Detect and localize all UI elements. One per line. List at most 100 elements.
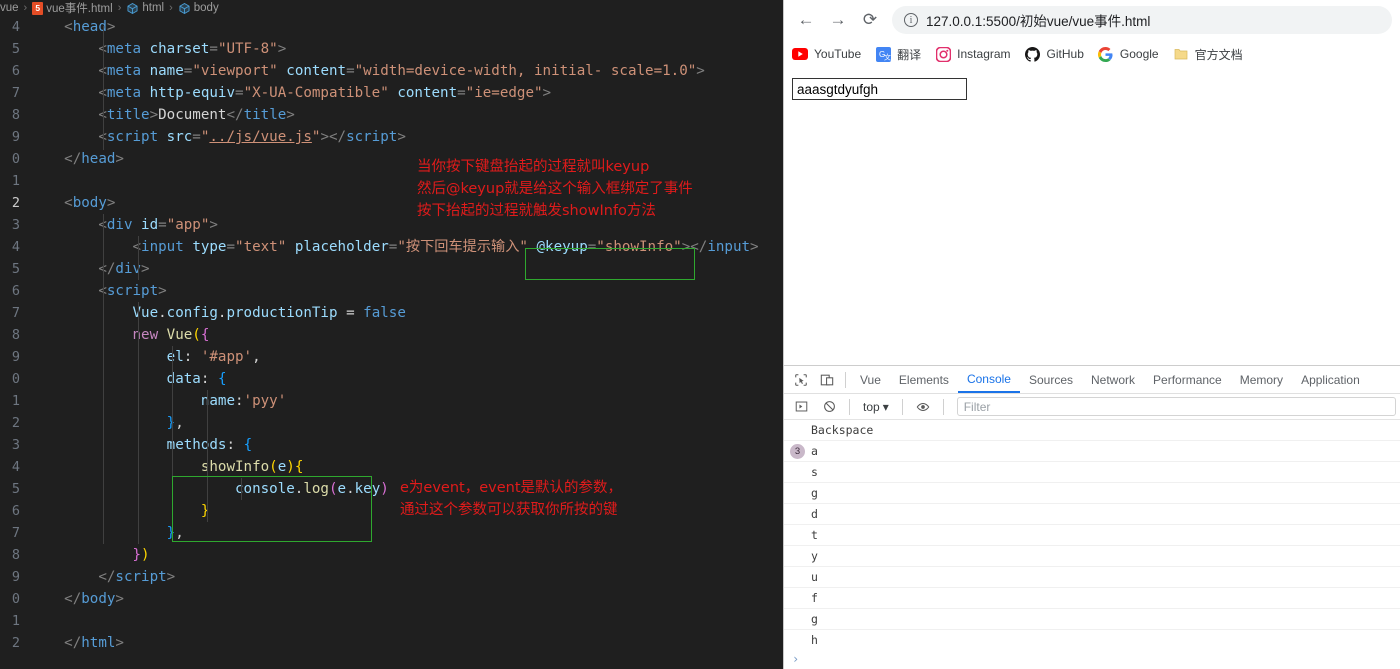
bookmark-official-docs[interactable]: 官方文档: [1173, 46, 1243, 63]
code-line-showinfo[interactable]: 4 showInfo(e){: [0, 456, 783, 478]
console-sidebar-toggle-icon[interactable]: [788, 394, 814, 420]
bookmark-label: YouTube: [814, 47, 862, 61]
tab-console[interactable]: Console: [957, 366, 1020, 393]
bookmark-youtube[interactable]: YouTube: [792, 46, 861, 62]
console-message[interactable]: s: [784, 462, 1400, 483]
line-number: 2: [11, 415, 20, 431]
code-line-text: el: '#app',: [30, 349, 261, 365]
console-message[interactable]: d: [784, 504, 1400, 525]
code-line[interactable]: 3 methods: {: [0, 434, 783, 456]
console-message-text: u: [811, 570, 818, 584]
code-line[interactable]: 6 <script>: [0, 280, 783, 302]
console-message[interactable]: g: [784, 483, 1400, 504]
tab-elements[interactable]: Elements: [890, 366, 958, 393]
code-line[interactable]: 9 </script>: [0, 566, 783, 588]
reload-button[interactable]: ⟳: [856, 6, 884, 34]
code-line[interactable]: 1 name:'pyy': [0, 390, 783, 412]
code-line[interactable]: 7 },: [0, 522, 783, 544]
bookmark-github[interactable]: GitHub: [1025, 46, 1084, 62]
breadcrumb-item-html[interactable]: html: [126, 2, 164, 15]
console-message[interactable]: 3 a: [784, 441, 1400, 462]
youtube-icon: [792, 46, 808, 62]
keyup-note-line-1: 当你按下键盘抬起的过程就叫keyup: [417, 159, 650, 175]
tab-performance[interactable]: Performance: [1144, 366, 1231, 393]
code-line[interactable]: 9 el: '#app',: [0, 346, 783, 368]
live-expression-eye-icon[interactable]: [910, 394, 936, 420]
device-toolbar-icon[interactable]: [814, 367, 840, 393]
bookmark-translate[interactable]: G文 翻译: [875, 46, 921, 63]
console-message[interactable]: f: [784, 588, 1400, 609]
bookmark-label: Google: [1119, 47, 1159, 61]
google-translate-icon: G文: [875, 46, 891, 62]
bookmark-google[interactable]: Google: [1098, 46, 1159, 62]
toolbar-divider: [942, 398, 944, 415]
code-line[interactable]: 4 <head>: [0, 16, 783, 38]
console-message-list[interactable]: Backspace 3 a s g d t y u f g h: [784, 420, 1400, 649]
execution-context-dropdown[interactable]: top ▾: [857, 400, 895, 414]
code-line-text: showInfo(e){: [30, 459, 304, 475]
indent-guide: [103, 214, 104, 544]
console-input-prompt[interactable]: ›: [784, 649, 1400, 669]
line-number: 9: [11, 569, 20, 585]
code-editor-content[interactable]: 4 <head> 5 <meta charset="UTF-8"> 6 <met…: [0, 16, 783, 669]
code-line[interactable]: 7 <meta http-equiv="X-UA-Compatible" con…: [0, 82, 783, 104]
code-line[interactable]: 6 <meta name="viewport" content="width=d…: [0, 60, 783, 82]
console-message[interactable]: t: [784, 525, 1400, 546]
site-info-icon[interactable]: i: [904, 13, 918, 27]
code-line-text: <script>: [30, 283, 167, 299]
code-line-text: <meta charset="UTF-8">: [30, 41, 287, 57]
code-line[interactable]: 5 </div>: [0, 258, 783, 280]
console-message[interactable]: y: [784, 546, 1400, 567]
code-line[interactable]: 0 </body>: [0, 588, 783, 610]
code-line[interactable]: 7 Vue.config.productionTip = false: [0, 302, 783, 324]
code-line[interactable]: 6 }: [0, 500, 783, 522]
console-message[interactable]: Backspace: [784, 420, 1400, 441]
code-line[interactable]: 2 </html>: [0, 632, 783, 654]
line-number: 5: [11, 261, 20, 277]
line-number: 1: [11, 613, 20, 629]
filter-placeholder: Filter: [963, 399, 991, 414]
console-message[interactable]: g: [784, 609, 1400, 630]
line-number: 1: [11, 393, 20, 409]
code-line[interactable]: 8 }): [0, 544, 783, 566]
back-button[interactable]: ←: [792, 6, 820, 34]
breadcrumb-item-folder[interactable]: vue: [0, 2, 19, 14]
code-line[interactable]: 5 console.log(e.key): [0, 478, 783, 500]
code-line-text: <input type="text" placeholder="按下回车提示输入…: [30, 239, 759, 255]
keyup-text-input[interactable]: [792, 78, 967, 100]
breadcrumb[interactable]: vue › 5 vue事件.html › html › body: [0, 0, 783, 16]
breadcrumb-file-label: vue事件.html: [46, 3, 113, 15]
tab-application[interactable]: Application: [1292, 366, 1369, 393]
bookmark-instagram[interactable]: Instagram: [935, 46, 1011, 62]
cube-icon: [179, 2, 190, 14]
line-number: 2: [11, 635, 20, 651]
console-filter-input[interactable]: Filter: [956, 397, 1396, 416]
tab-network[interactable]: Network: [1082, 366, 1144, 393]
bookmarks-bar: YouTube G文 翻译 Instagram GitHub Google 官方…: [784, 40, 1400, 68]
tab-memory[interactable]: Memory: [1231, 366, 1292, 393]
code-line-text: <title>Document</title>: [30, 107, 295, 123]
console-message-text: a: [811, 444, 818, 458]
code-line-text: },: [166, 415, 184, 431]
code-line[interactable]: 8 <title>Document</title>: [0, 104, 783, 126]
code-line-text: <script src="../js/vue.js"></script>: [30, 129, 406, 145]
code-line[interactable]: 8 new Vue({: [0, 324, 783, 346]
code-line[interactable]: 1: [0, 610, 783, 632]
forward-button[interactable]: →: [824, 6, 852, 34]
tab-vue[interactable]: Vue: [851, 366, 890, 393]
code-line[interactable]: 5 <meta charset="UTF-8">: [0, 38, 783, 60]
code-line[interactable]: 2 },: [0, 412, 783, 434]
code-line-input-element[interactable]: 4 <input type="text" placeholder="按下回车提示…: [0, 236, 783, 258]
google-icon: [1098, 46, 1114, 62]
code-line-text: <head>: [30, 19, 116, 35]
console-message[interactable]: h: [784, 630, 1400, 649]
code-line[interactable]: 0 data: {: [0, 368, 783, 390]
tab-sources[interactable]: Sources: [1020, 366, 1082, 393]
breadcrumb-item-file[interactable]: 5 vue事件.html: [32, 0, 113, 16]
inspect-element-icon[interactable]: [788, 367, 814, 393]
console-message[interactable]: u: [784, 567, 1400, 588]
clear-console-icon[interactable]: [816, 394, 842, 420]
address-bar[interactable]: i 127.0.0.1:5500/初始vue/vue事件.html: [892, 6, 1392, 34]
breadcrumb-item-body[interactable]: body: [178, 2, 219, 15]
code-line[interactable]: 9 <script src="../js/vue.js"></script>: [0, 126, 783, 148]
